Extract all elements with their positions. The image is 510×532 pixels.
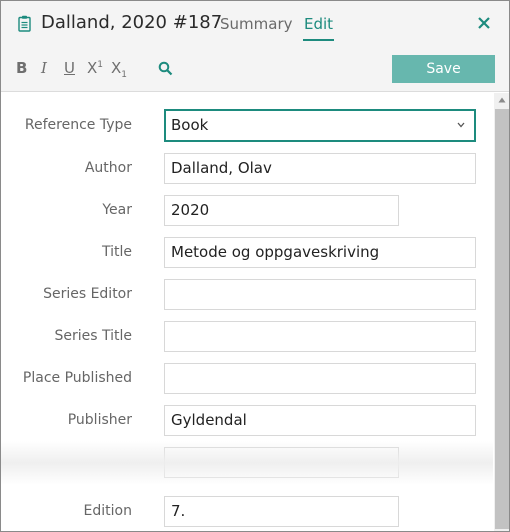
year-label: Year bbox=[102, 202, 132, 218]
reference-type-label: Reference Type bbox=[24, 117, 132, 133]
series-editor-label: Series Editor bbox=[43, 286, 132, 302]
subscript-letter: X bbox=[111, 59, 122, 77]
editor-header: Dalland, 2020 #187 Summary Edit B I U X1… bbox=[1, 1, 509, 92]
reference-title: Dalland, 2020 #187 bbox=[41, 12, 223, 33]
active-tab-indicator bbox=[303, 39, 334, 41]
author-label: Author bbox=[84, 160, 132, 176]
vertical-scrollbar[interactable] bbox=[494, 93, 509, 531]
year-field[interactable]: 2020 bbox=[164, 195, 399, 226]
bold-button[interactable]: B bbox=[16, 59, 27, 77]
subscript-mark: 1 bbox=[121, 70, 128, 80]
close-icon[interactable] bbox=[476, 15, 492, 31]
underline-button[interactable]: U bbox=[64, 59, 75, 77]
series-title-label: Series Title bbox=[54, 328, 132, 344]
author-field[interactable]: Dalland, Olav bbox=[164, 153, 476, 184]
clipboard-icon bbox=[18, 15, 31, 32]
publisher-label: Publisher bbox=[67, 412, 132, 428]
tab-summary[interactable]: Summary bbox=[220, 15, 293, 33]
tab-edit[interactable]: Edit bbox=[304, 15, 333, 33]
publisher-field[interactable]: Gyldendal bbox=[164, 405, 476, 436]
title-field[interactable]: Metode og oppgaveskriving bbox=[164, 237, 476, 268]
scroll-up-icon[interactable] bbox=[498, 97, 506, 103]
reference-editor-window: Dalland, 2020 #187 Summary Edit B I U X1… bbox=[0, 0, 510, 532]
scrollbar-thumb[interactable] bbox=[495, 109, 509, 529]
save-button[interactable]: Save bbox=[392, 55, 495, 83]
superscript-button[interactable]: X1 bbox=[87, 59, 103, 77]
chevron-down-icon bbox=[457, 122, 465, 128]
series-title-field[interactable] bbox=[164, 321, 476, 352]
edition-field[interactable]: 7. bbox=[164, 496, 399, 527]
title-label: Title bbox=[101, 244, 132, 260]
search-icon[interactable] bbox=[158, 61, 173, 76]
superscript-letter: X bbox=[87, 59, 98, 77]
edition-label: Edition bbox=[83, 503, 132, 519]
reference-type-select[interactable]: Book bbox=[164, 109, 476, 142]
series-editor-field[interactable] bbox=[164, 279, 476, 310]
superscript-mark: 1 bbox=[97, 60, 104, 70]
place-published-field[interactable] bbox=[164, 363, 476, 394]
subscript-button[interactable]: X1 bbox=[111, 59, 127, 80]
italic-button[interactable]: I bbox=[41, 59, 47, 77]
reference-type-value: Book bbox=[171, 116, 209, 134]
place-published-label: Place Published bbox=[22, 370, 132, 386]
scroll-fade-overlay bbox=[1, 441, 493, 485]
